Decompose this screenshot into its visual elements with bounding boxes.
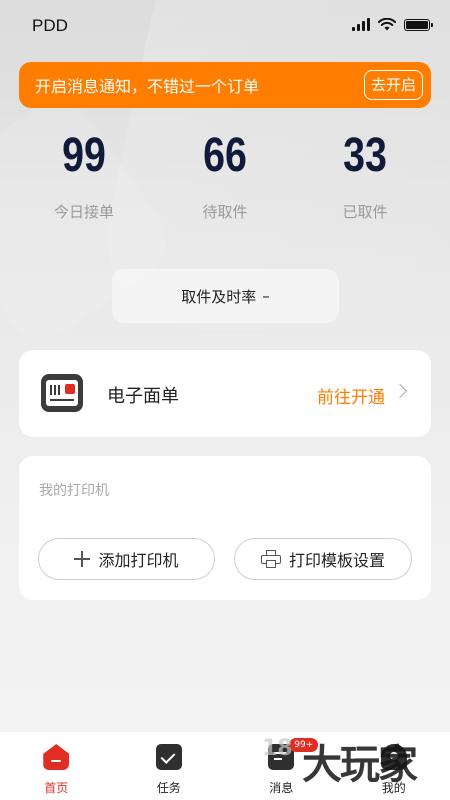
add-printer-label: 添加打印机 (98, 551, 179, 570)
stat-picked-up[interactable]: 33 已取件 (295, 125, 435, 222)
pickup-rate-value: – (262, 287, 270, 305)
stat-value: 33 (343, 129, 387, 182)
eorder-card[interactable]: 电子面单 前往开通 (19, 350, 431, 437)
stat-value: 99 (62, 129, 106, 182)
status-bar: PDD (0, 0, 450, 52)
printer-section-title: 我的打印机 (39, 483, 109, 499)
bottom-tab-bar: 首页 任务 99+ 消息 我的 (0, 732, 450, 800)
profile-icon (380, 744, 407, 770)
print-template-settings-button[interactable]: 打印模板设置 (234, 538, 412, 580)
wifi-icon (378, 18, 396, 31)
printer-icon (260, 550, 281, 568)
add-printer-button[interactable]: 添加打印机 (38, 538, 215, 580)
waybill-icon (41, 374, 83, 412)
plus-icon (74, 551, 91, 567)
tab-mine[interactable]: 我的 (338, 732, 450, 800)
print-template-label: 打印模板设置 (288, 551, 385, 570)
tab-label: 消息 (269, 781, 294, 795)
tab-messages[interactable]: 99+ 消息 (225, 732, 338, 800)
order-stats: 99 今日接单 66 待取件 33 已取件 (0, 125, 450, 235)
status-icons (352, 18, 433, 31)
eorder-title: 电子面单 (107, 386, 179, 407)
stat-label: 今日接单 (53, 203, 114, 221)
task-check-icon (155, 744, 182, 770)
tab-label: 首页 (44, 781, 69, 795)
stat-label: 待取件 (202, 203, 248, 221)
tab-home[interactable]: 首页 (0, 732, 113, 800)
pickup-rate-box: 取件及时率 – (112, 269, 339, 323)
battery-icon (404, 18, 433, 31)
printer-card: 我的打印机 添加打印机 打印模板设置 (19, 456, 431, 600)
notification-text: 开启消息通知，不错过一个订单 (35, 77, 260, 96)
home-icon (43, 744, 70, 770)
tab-tasks[interactable]: 任务 (113, 732, 226, 800)
carrier-label: PDD (32, 16, 68, 35)
pickup-rate-label: 取件及时率 (181, 287, 257, 306)
enable-notification-button[interactable]: 去开启 (363, 70, 423, 100)
stat-label: 已取件 (342, 203, 388, 221)
stat-value: 66 (203, 129, 247, 182)
notification-banner: 开启消息通知，不错过一个订单 去开启 (19, 62, 431, 108)
stat-pending-pickup[interactable]: 66 待取件 (155, 125, 295, 222)
tab-label: 任务 (156, 781, 181, 795)
stat-today-orders[interactable]: 99 今日接单 (14, 125, 154, 222)
tab-label: 我的 (381, 781, 406, 795)
message-badge: 99+ (289, 738, 319, 752)
chevron-right-icon (392, 383, 408, 399)
cellular-signal-icon (352, 18, 370, 31)
eorder-activate-link[interactable]: 前往开通 (317, 383, 385, 408)
